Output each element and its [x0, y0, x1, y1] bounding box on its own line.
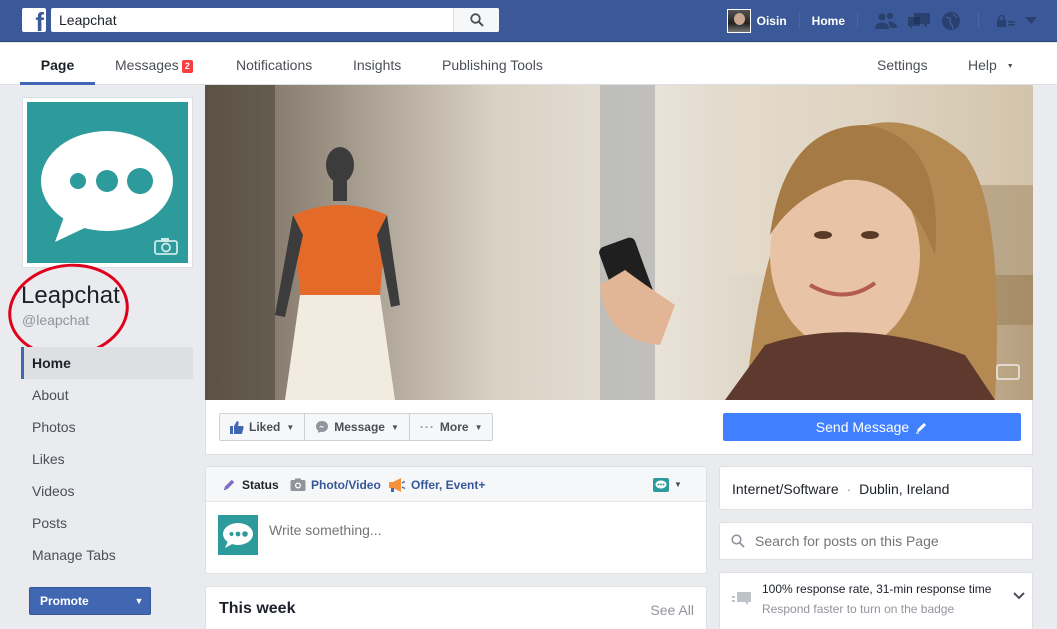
page-avatar-icon [653, 477, 669, 492]
top-right-nav: Oisin Home [726, 0, 1057, 42]
composer-tab-photo-video-label: Photo/Video [311, 477, 381, 492]
tab-help[interactable]: Help ▼ [968, 43, 1014, 85]
response-rate-subtitle: Respond faster to turn on the badge [762, 602, 955, 616]
home-link[interactable]: Home [812, 14, 845, 28]
liked-label: Liked [249, 420, 281, 434]
response-rate-title: 100% response rate, 31-min response time [762, 582, 992, 596]
composer-tab-status-label: Status [242, 477, 279, 492]
see-all-link[interactable]: See All [650, 602, 694, 618]
composer-tab-offer-event-label: Offer, Event+ [411, 477, 486, 492]
page-avatar [218, 515, 258, 555]
search-button[interactable] [453, 8, 499, 32]
message-label: Message [334, 420, 385, 434]
more-dots-icon: ··· [419, 420, 435, 434]
response-rate-card[interactable]: 100% response rate, 31-min response time… [719, 572, 1033, 629]
page-username[interactable]: @leapchat [22, 312, 89, 328]
sidebar-item-photos[interactable]: Photos [21, 411, 193, 443]
this-week-title: This week [219, 600, 296, 617]
global-search-box [51, 8, 499, 32]
cover-photo[interactable] [205, 85, 1033, 400]
send-message-label: Send Message [815, 419, 910, 435]
message-button[interactable]: Message ▼ [305, 414, 410, 440]
tab-messages-label: Messages [115, 57, 179, 73]
page-logo [27, 102, 188, 263]
page-post-search-input[interactable] [755, 533, 1015, 549]
page-action-bar: Liked ▼ Message ▼ ··· More ▼ Send Messag… [205, 400, 1033, 455]
search-icon [469, 13, 484, 27]
camera-icon[interactable] [154, 237, 178, 255]
megaphone-icon [389, 477, 406, 492]
chevron-down-icon[interactable]: ▼ [128, 596, 150, 606]
messages-icon[interactable] [906, 11, 932, 31]
sidebar-item-about[interactable]: About [21, 379, 193, 411]
message-bubble-icon [732, 592, 751, 605]
page-info-card: Internet/Software · Dublin, Ireland [719, 466, 1033, 510]
messenger-icon [316, 421, 329, 433]
chevron-down-icon: ▼ [474, 422, 483, 432]
chevron-down-icon: ▼ [674, 480, 682, 489]
divider [857, 13, 858, 29]
profile-picture[interactable] [22, 97, 193, 268]
composer-tab-offer-event[interactable]: Offer, Event+ [388, 467, 485, 502]
tab-notifications[interactable]: Notifications [236, 43, 312, 85]
page-category[interactable]: Internet/Software [732, 481, 839, 497]
composer-body [206, 502, 706, 574]
chevron-down-icon[interactable] [1013, 592, 1025, 600]
tab-insights[interactable]: Insights [353, 43, 401, 85]
lock-icon[interactable] [995, 13, 1017, 29]
page-location[interactable]: Dublin, Ireland [859, 481, 949, 497]
search-icon [731, 534, 745, 548]
divider [798, 13, 800, 29]
tab-help-label: Help [968, 57, 997, 73]
send-message-button[interactable]: Send Message [723, 413, 1021, 441]
global-search-input[interactable] [51, 8, 453, 32]
chat-bubble-logo-icon [223, 523, 253, 548]
promote-label: Promote [40, 594, 89, 608]
sidebar-item-home[interactable]: Home [21, 347, 193, 379]
globe-icon[interactable] [940, 10, 962, 32]
page-title: Leapchat [21, 282, 120, 309]
user-name-link[interactable]: Oisin [757, 14, 787, 28]
promote-button[interactable]: Promote ▼ [29, 587, 151, 615]
top-bar: f Oisin Home [0, 0, 1057, 42]
more-label: More [439, 420, 469, 434]
action-button-group: Liked ▼ Message ▼ ··· More ▼ [219, 413, 494, 441]
chevron-down-icon: ▼ [286, 422, 295, 432]
composer-tab-status[interactable]: Status [222, 467, 279, 502]
messages-count-badge: 2 [181, 60, 193, 73]
cover-photo-image [205, 85, 1033, 400]
sidebar-item-posts[interactable]: Posts [21, 507, 193, 539]
caret-down-icon[interactable] [1025, 17, 1037, 25]
composer-tab-photo-video[interactable]: Photo/Video [290, 467, 381, 502]
pencil-icon [916, 422, 927, 433]
liked-button[interactable]: Liked ▼ [220, 414, 306, 440]
chevron-down-icon: ▼ [1006, 63, 1014, 70]
page-sidebar-nav: Home About Photos Likes Videos Posts Man… [21, 347, 193, 571]
chevron-down-icon: ▼ [390, 422, 399, 432]
sidebar-item-manage-tabs[interactable]: Manage Tabs [21, 539, 193, 571]
thumbs-up-icon [230, 420, 244, 434]
pencil-icon [224, 479, 235, 490]
tab-messages[interactable]: Messages 2 [115, 43, 193, 85]
camera-icon [290, 478, 306, 491]
sidebar-item-videos[interactable]: Videos [21, 475, 193, 507]
tab-publishing-tools[interactable]: Publishing Tools [442, 43, 543, 85]
friends-icon[interactable] [874, 12, 898, 30]
page-post-search [719, 522, 1033, 560]
post-as-selector[interactable]: ▼ [653, 467, 682, 502]
tab-settings[interactable]: Settings [877, 43, 928, 85]
info-separator: · [846, 481, 852, 497]
user-avatar[interactable] [726, 9, 751, 33]
composer-input[interactable] [269, 522, 689, 538]
post-composer: Status Photo/Video Offer, Event+ ▼ [205, 466, 707, 574]
page-nav-bar: Page Messages 2 Notifications Insights Pu… [0, 43, 1057, 85]
facebook-logo-icon[interactable]: f [22, 8, 46, 35]
sidebar-item-likes[interactable]: Likes [21, 443, 193, 475]
divider [978, 13, 979, 29]
composer-tabs: Status Photo/Video Offer, Event+ ▼ [206, 467, 706, 502]
more-button[interactable]: ··· More ▼ [410, 414, 493, 440]
tab-page[interactable]: Page [20, 43, 95, 85]
this-week-card: This week See All [205, 586, 707, 629]
